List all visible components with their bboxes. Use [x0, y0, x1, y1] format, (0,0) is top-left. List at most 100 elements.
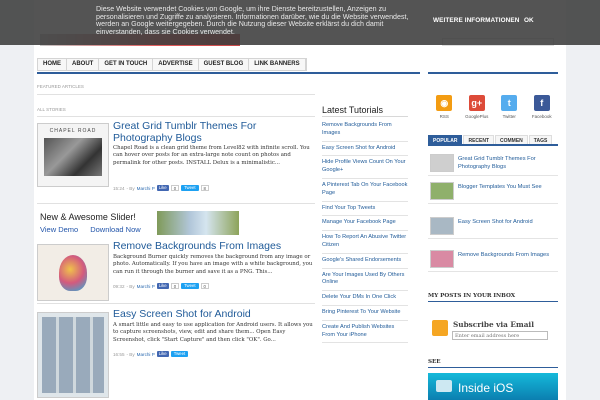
social-label: GooglePlus — [465, 114, 489, 119]
like-button[interactable]: Like — [156, 185, 169, 191]
cookie-bar: Diese Website verwendet Cookies von Goog… — [0, 0, 600, 45]
tutorial-link[interactable]: How To Report An Abusive Twitter Citizen — [322, 231, 408, 254]
post-meta: 15:24 - By Marchi P Like 0 Tweet 8 — [113, 185, 209, 191]
more-info-link[interactable]: WEITERE INFORMATIONEN — [433, 17, 519, 24]
all-stories-label: ALL STORIES — [37, 107, 66, 112]
popular-title[interactable]: Easy Screen Shot for Android — [458, 219, 558, 227]
popular-title[interactable]: Blogger Templates You Must See — [458, 184, 558, 192]
tutorial-link[interactable]: Bring Pinterest To Your Website — [322, 306, 408, 321]
sidebar-divider — [428, 72, 558, 74]
view-demo-link[interactable]: View Demo — [40, 225, 78, 234]
tutorial-link[interactable]: Google's Shared Endorsements — [322, 254, 408, 269]
screenshot-grid-image — [42, 317, 104, 393]
main-nav: HOME ABOUT GET IN TOUCH ADVERTISE GUEST … — [37, 58, 307, 71]
social-twitter[interactable]: t Twitter — [495, 92, 523, 125]
rss-icon: ◉ — [436, 95, 453, 111]
social-googleplus[interactable]: g+ GooglePlus — [463, 92, 491, 125]
email-input[interactable] — [452, 331, 548, 340]
post-thumbnail[interactable] — [37, 312, 109, 398]
tutorial-link[interactable]: Remove Backgrounds From Images — [322, 119, 408, 142]
tutorial-link[interactable]: A Pinterest Tab On Your Facebook Page — [322, 179, 408, 202]
tutorial-link[interactable]: Are Your Images Used By Others Online — [322, 269, 408, 292]
tweet-button[interactable]: Tweet — [170, 351, 189, 357]
popular-thumbnail — [430, 250, 454, 268]
social-label: RSS — [439, 114, 449, 119]
popular-title[interactable]: Great Grid Tumblr Themes For Photography… — [458, 156, 558, 171]
cookie-ok-button[interactable]: OK — [524, 17, 534, 24]
post-author[interactable]: Marchi P — [137, 352, 155, 357]
social-rss[interactable]: ◉ RSS — [430, 92, 458, 125]
thumbnail-caption: CHAPEL ROAD — [49, 128, 97, 134]
social-label: Facebook — [531, 114, 552, 119]
thumbnail-photo — [44, 138, 102, 176]
post-item: Remove Backgrounds From Images Backgroun… — [37, 240, 318, 303]
popular-thumbnail — [430, 217, 454, 235]
post-item: Easy Screen Shot for Android A smart lit… — [37, 308, 318, 400]
tutorial-link[interactable]: Delete Your DMs In One Click — [322, 291, 408, 306]
inbox-rule — [428, 301, 558, 302]
divider — [37, 203, 315, 204]
nav-guest-blog[interactable]: GUEST BLOG — [199, 59, 250, 70]
download-link[interactable]: Download Now — [90, 225, 140, 234]
tweet-button[interactable]: Tweet — [181, 185, 199, 191]
post-excerpt: Background Burner quickly removes the ba… — [113, 254, 313, 275]
tab-popular[interactable]: POPULAR — [428, 135, 463, 144]
inside-ios-banner[interactable]: Inside iOS — [428, 373, 558, 400]
inside-ios-label: Inside iOS — [458, 381, 514, 395]
post-title[interactable]: Remove Backgrounds From Images — [113, 240, 318, 253]
like-button[interactable]: Like — [156, 283, 169, 289]
twitter-icon: t — [501, 95, 518, 111]
popular-item[interactable]: Easy Screen Shot for Android — [428, 213, 558, 239]
post-by: - By — [126, 283, 135, 289]
see-rule — [428, 367, 558, 368]
tutorial-link[interactable]: Hide Profile Views Count On Your Google+ — [322, 156, 408, 179]
tutorial-link[interactable]: Easy Screen Shot for Android — [322, 142, 408, 157]
tweet-button[interactable]: Tweet — [181, 283, 199, 289]
googleplus-icon: g+ — [468, 95, 485, 111]
tutorial-link[interactable]: Create And Publish Websites From Your iP… — [322, 321, 408, 344]
popular-item[interactable]: Blogger Templates You Must See — [428, 178, 558, 204]
ad-image[interactable] — [157, 211, 239, 235]
tab-comments[interactable]: COMMEN — [495, 135, 528, 144]
popular-item[interactable]: Remove Backgrounds From Images — [428, 246, 558, 272]
tutorial-link[interactable]: Find Your Top Tweets — [322, 202, 408, 217]
like-button[interactable]: Like — [156, 351, 169, 357]
post-title[interactable]: Easy Screen Shot for Android — [113, 308, 318, 321]
divider — [37, 94, 315, 95]
sidebar-tabs: POPULAR RECENT COMMEN TAGS — [428, 135, 558, 146]
post-meta: 09:32 - By Marchi P Like 0 Tweet 0 — [113, 283, 209, 289]
post-author[interactable]: Marchi P — [137, 186, 155, 191]
popular-title[interactable]: Remove Backgrounds From Images — [458, 252, 558, 260]
post-thumbnail[interactable] — [37, 244, 109, 301]
latest-heading: Latest Tutorials — [322, 105, 384, 115]
post-time: 09:32 — [113, 283, 125, 289]
tab-recent[interactable]: RECENT — [463, 135, 495, 144]
popular-item[interactable]: Great Grid Tumblr Themes For Photography… — [428, 150, 558, 176]
post-time: 15:24 — [113, 185, 125, 191]
see-heading: SEE — [428, 359, 441, 365]
handbag-image — [59, 255, 87, 291]
subscribe-label: Subscribe via Email — [453, 320, 534, 329]
social-links: ◉ RSS g+ GooglePlus t Twitter f Facebook — [428, 92, 558, 125]
post-by: - By — [126, 185, 135, 191]
nav-advertise[interactable]: ADVERTISE — [153, 59, 199, 70]
nav-link-banners[interactable]: LINK BANNERS — [249, 59, 306, 70]
nav-about[interactable]: ABOUT — [67, 59, 100, 70]
inside-ios-logo — [436, 380, 452, 392]
like-count: 0 — [170, 283, 180, 289]
post-thumbnail[interactable]: CHAPEL ROAD — [37, 123, 109, 187]
social-label: Twitter — [502, 114, 516, 119]
nav-home[interactable]: HOME — [38, 59, 67, 70]
post-by: - By — [126, 351, 135, 357]
tab-tags[interactable]: TAGS — [528, 135, 553, 144]
inbox-heading: MY POSTS IN YOUR INBOX — [428, 293, 516, 299]
social-facebook[interactable]: f Facebook — [528, 92, 556, 125]
mail-icon — [432, 320, 448, 336]
tutorial-link[interactable]: Manage Your Facebook Page — [322, 216, 408, 232]
post-author[interactable]: Marchi P — [137, 284, 155, 289]
post-title[interactable]: Great Grid Tumblr Themes For Photography… — [113, 120, 318, 144]
divider — [37, 303, 315, 304]
tweet-count: 0 — [200, 283, 209, 289]
ad-title: New & Awesome Slider! — [40, 212, 136, 222]
nav-get-in-touch[interactable]: GET IN TOUCH — [99, 59, 154, 70]
